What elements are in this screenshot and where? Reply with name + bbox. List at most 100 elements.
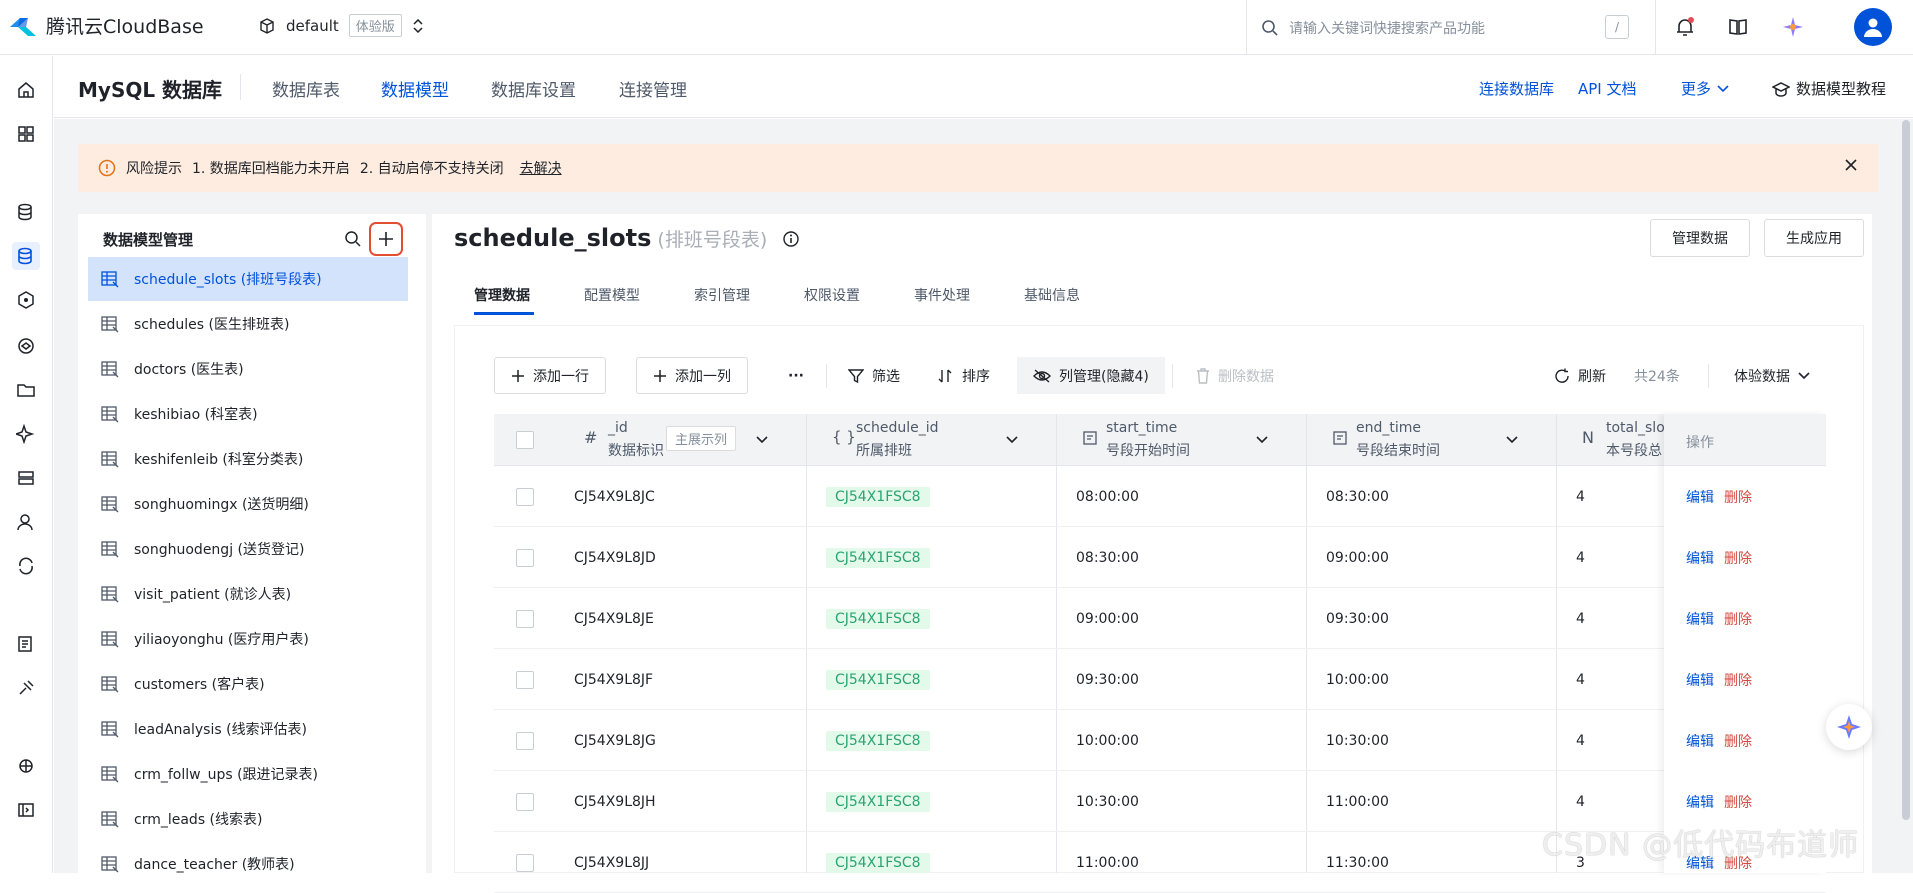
settings-hub-icon[interactable] — [12, 752, 40, 780]
search-icon[interactable] — [344, 230, 362, 248]
add-row-button[interactable]: 添加一行 — [494, 357, 606, 394]
more-actions-button[interactable]: ··· — [772, 357, 820, 394]
collapse-sidebar-icon[interactable] — [12, 796, 40, 824]
tab-configure-model[interactable]: 配置模型 — [584, 285, 640, 305]
database-icon[interactable] — [12, 198, 40, 226]
cell-schedule-id[interactable]: CJ54X1FSC8 — [826, 710, 930, 771]
user-avatar[interactable] — [1854, 8, 1892, 46]
model-list-item[interactable]: visit_patient (就诊人表) — [88, 572, 408, 616]
cell-schedule-id[interactable]: CJ54X1FSC8 — [826, 832, 930, 893]
model-list-item[interactable]: crm_follw_ups (跟进记录表) — [88, 752, 408, 796]
resolve-link[interactable]: 去解决 — [520, 158, 562, 178]
tab-database-tables[interactable]: 数据库表 — [272, 76, 340, 101]
search-input[interactable]: 请输入关键词快捷搜索产品功能 — [1289, 18, 1485, 38]
column-header-schedule-id[interactable]: { } schedule_id 所属排班 — [832, 414, 1062, 466]
hosting-icon[interactable] — [12, 464, 40, 492]
extension-icon[interactable] — [12, 674, 40, 702]
tab-manage-data[interactable]: 管理数据 — [474, 285, 530, 305]
row-checkbox[interactable] — [516, 649, 534, 710]
chevron-down-icon[interactable] — [1506, 436, 1518, 444]
model-list-item[interactable]: songhuodengj (送货登记) — [88, 527, 408, 571]
model-list-item[interactable]: customers (客户表) — [88, 662, 408, 706]
env-selector[interactable]: default 体验版 — [258, 14, 424, 37]
column-management-button[interactable]: 列管理(隐藏4) — [1017, 357, 1165, 394]
log-icon[interactable] — [12, 630, 40, 658]
row-checkbox[interactable] — [516, 771, 534, 832]
table-row[interactable]: CJ54X9L8JG CJ54X1FSC8 10:00:00 10:30:00 4 — [494, 710, 1826, 771]
table-row[interactable]: CJ54X9L8JF CJ54X1FSC8 09:30:00 10:00:00 4 — [494, 649, 1826, 710]
model-list-item[interactable]: schedule_slots (排班号段表) — [88, 257, 408, 301]
model-list-item[interactable]: yiliaoyonghu (医疗用户表) — [88, 617, 408, 661]
model-list-item[interactable]: songhuomingx (送货明细) — [88, 482, 408, 526]
tab-event-handling[interactable]: 事件处理 — [914, 285, 970, 305]
generate-app-button[interactable]: 生成应用 — [1764, 219, 1864, 257]
edit-link[interactable]: 编辑 — [1686, 731, 1714, 751]
manage-data-button[interactable]: 管理数据 — [1650, 219, 1750, 257]
identity-icon[interactable] — [12, 508, 40, 536]
book-icon[interactable] — [1725, 14, 1751, 40]
close-icon[interactable] — [1844, 158, 1858, 172]
table-row[interactable]: CJ54X9L8JE CJ54X1FSC8 09:00:00 09:30:00 4 — [494, 588, 1826, 649]
row-checkbox[interactable] — [516, 527, 534, 588]
table-row[interactable]: CJ54X9L8JD CJ54X1FSC8 08:30:00 09:00:00 4 — [494, 527, 1826, 588]
info-icon[interactable] — [782, 230, 800, 248]
edit-link[interactable]: 编辑 — [1686, 487, 1714, 507]
model-tutorial-link[interactable]: 数据模型教程 — [1772, 78, 1886, 99]
global-search[interactable]: 请输入关键词快捷搜索产品功能 / — [1246, 0, 1656, 55]
column-header-start-time[interactable]: start_time 号段开始时间 — [1082, 414, 1312, 466]
bell-icon[interactable] — [1672, 14, 1698, 40]
model-list-item[interactable]: crm_leads (线索表) — [88, 797, 408, 841]
edit-link[interactable]: 编辑 — [1686, 792, 1714, 812]
model-list-item[interactable]: dance_teacher (教师表) — [88, 842, 408, 886]
api-docs-link[interactable]: API 文档 — [1578, 78, 1637, 99]
floating-ai-assistant-button[interactable] — [1826, 704, 1872, 750]
brand-logo[interactable]: 腾讯云CloudBase — [8, 12, 204, 39]
row-checkbox[interactable] — [516, 466, 534, 527]
cell-schedule-id[interactable]: CJ54X1FSC8 — [826, 649, 930, 710]
cloud-run-icon[interactable] — [12, 332, 40, 360]
dashboard-icon[interactable] — [12, 120, 40, 148]
tab-permissions[interactable]: 权限设置 — [804, 285, 860, 305]
delete-link[interactable]: 删除 — [1724, 670, 1752, 690]
column-header-total-slots[interactable]: N total_slo 本号段总 — [1582, 414, 1672, 466]
tab-data-model[interactable]: 数据模型 — [381, 76, 449, 101]
model-list-item[interactable]: schedules (医生排班表) — [88, 302, 408, 346]
ai-sparkle-icon[interactable] — [12, 420, 40, 448]
edit-link[interactable]: 编辑 — [1686, 548, 1714, 568]
tab-basic-info[interactable]: 基础信息 — [1024, 285, 1080, 305]
delete-data-button[interactable]: 删除数据 — [1180, 357, 1290, 394]
delete-link[interactable]: 删除 — [1724, 731, 1752, 751]
tab-database-settings[interactable]: 数据库设置 — [491, 76, 576, 101]
integration-icon[interactable] — [12, 552, 40, 580]
home-icon[interactable] — [12, 76, 40, 104]
tab-index-management[interactable]: 索引管理 — [694, 285, 750, 305]
row-checkbox[interactable] — [516, 588, 534, 649]
model-list-item[interactable]: keshibiao (科室表) — [88, 392, 408, 436]
filter-button[interactable]: 筛选 — [832, 357, 916, 394]
edit-link[interactable]: 编辑 — [1686, 670, 1714, 690]
delete-link[interactable]: 删除 — [1724, 548, 1752, 568]
model-list-item[interactable]: leadAnalysis (线索评估表) — [88, 707, 408, 751]
ai-assistant-icon[interactable] — [1780, 14, 1806, 40]
page-scrollbar[interactable] — [1902, 120, 1910, 820]
cell-schedule-id[interactable]: CJ54X1FSC8 — [826, 527, 930, 588]
data-env-select[interactable]: 体验数据 — [1718, 357, 1826, 394]
connect-database-link[interactable]: 连接数据库 — [1479, 78, 1554, 99]
function-icon[interactable] — [12, 286, 40, 314]
sort-button[interactable]: 排序 — [922, 357, 1006, 394]
column-header-end-time[interactable]: end_time 号段结束时间 — [1332, 414, 1562, 466]
cell-schedule-id[interactable]: CJ54X1FSC8 — [826, 588, 930, 649]
refresh-button[interactable]: 刷新 — [1538, 357, 1622, 394]
column-header-id[interactable]: # _id 数据标识 主展示列 — [584, 414, 804, 466]
chevron-down-icon[interactable] — [1256, 436, 1268, 444]
delete-link[interactable]: 删除 — [1724, 487, 1752, 507]
chevron-down-icon[interactable] — [756, 436, 768, 444]
more-menu[interactable]: 更多 — [1681, 78, 1729, 99]
cell-schedule-id[interactable]: CJ54X1FSC8 — [826, 466, 930, 527]
storage-icon[interactable] — [12, 376, 40, 404]
add-model-button[interactable] — [369, 222, 403, 256]
delete-link[interactable]: 删除 — [1724, 609, 1752, 629]
edit-link[interactable]: 编辑 — [1686, 609, 1714, 629]
chevron-down-icon[interactable] — [1006, 436, 1018, 444]
delete-link[interactable]: 删除 — [1724, 792, 1752, 812]
